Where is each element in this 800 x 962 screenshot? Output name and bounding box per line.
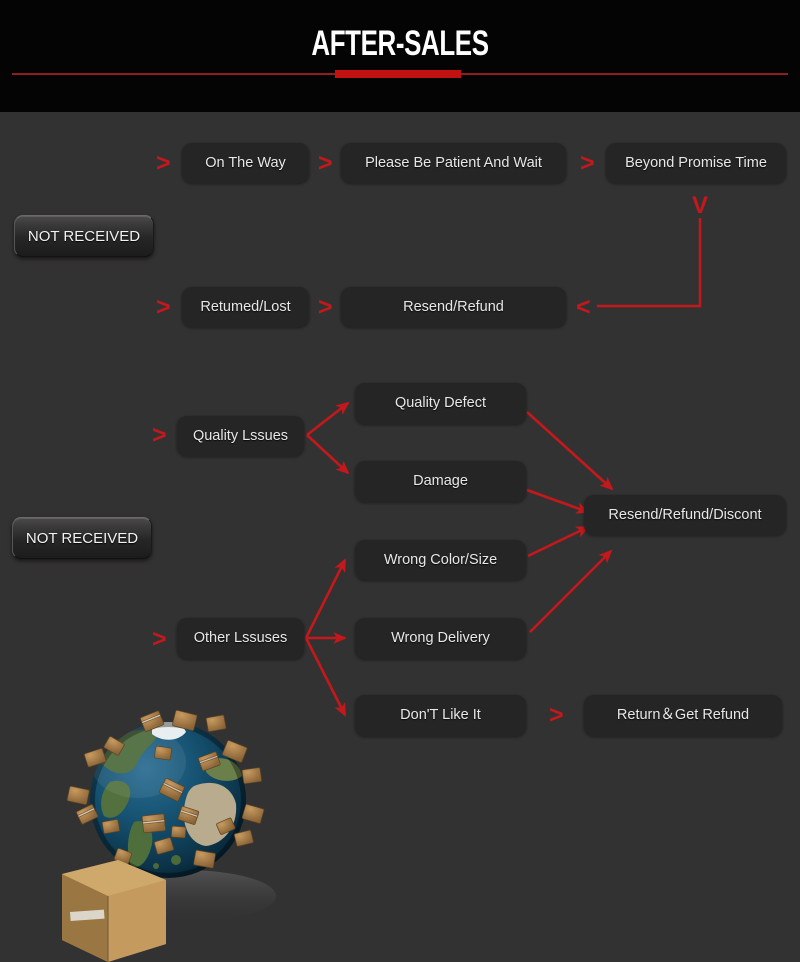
- arrow-quality-branch: [306, 401, 350, 475]
- arrow-defect-to-resend-discount: [526, 411, 614, 491]
- arrow-wrong-delivery-to-resend-discount: [529, 549, 613, 633]
- node-dont-like-it[interactable]: Don'T Like It: [355, 695, 526, 736]
- category-not-received-bottom[interactable]: NOT RECEIVED: [12, 517, 152, 559]
- page-title: AFTER-SALES: [311, 24, 489, 63]
- node-beyond-promise-time[interactable]: Beyond Promise Time: [606, 143, 786, 183]
- node-returned-lost[interactable]: Retumed/Lost: [182, 287, 309, 327]
- header-accent-bar: [335, 70, 461, 78]
- arrow-damage-to-resend-discount: [526, 488, 590, 514]
- arrow-wrong-color-to-resend-discount: [527, 525, 590, 558]
- arrow-beyond-to-resend: [597, 218, 702, 308]
- node-damage[interactable]: Damage: [355, 461, 526, 502]
- node-wrong-color-size[interactable]: Wrong Color/Size: [355, 540, 526, 580]
- node-resend-refund[interactable]: Resend/Refund: [341, 287, 566, 327]
- chevron-down-v-icon: V: [692, 192, 709, 219]
- after-sales-infographic: AFTER-SALES NOT RECEIVED > On The Way > …: [0, 0, 800, 962]
- chevron-to-on-the-way-icon: >: [156, 149, 171, 177]
- arrow-other-branch: [304, 558, 347, 717]
- chevron-to-other-issues-icon: >: [152, 625, 167, 653]
- node-quality-issues[interactable]: Quality Lssues: [177, 416, 304, 456]
- node-resend-refund-discount[interactable]: Resend/Refund/Discont: [584, 495, 786, 535]
- node-other-issues[interactable]: Other Lssuses: [177, 618, 304, 659]
- foreground-parcel: [62, 860, 166, 962]
- chevron-to-return-get-refund-icon: >: [549, 701, 564, 729]
- chevron-back-left-icon: <: [576, 293, 591, 321]
- node-please-be-patient-and-wait[interactable]: Please Be Patient And Wait: [341, 143, 566, 183]
- node-return-and-get-refund[interactable]: Return＆Get Refund: [584, 695, 782, 736]
- chevron-to-beyond-promise-icon: >: [580, 149, 595, 177]
- node-on-the-way[interactable]: On The Way: [182, 143, 309, 183]
- node-quality-defect[interactable]: Quality Defect: [355, 383, 526, 424]
- chevron-to-returned-lost-icon: >: [156, 293, 171, 321]
- chevron-to-please-wait-icon: >: [318, 149, 333, 177]
- chevron-to-quality-issues-icon: >: [152, 421, 167, 449]
- category-not-received-top[interactable]: NOT RECEIVED: [14, 215, 154, 257]
- chevron-to-resend-refund-icon: >: [318, 293, 333, 321]
- header-banner: AFTER-SALES: [0, 0, 800, 112]
- node-wrong-delivery[interactable]: Wrong Delivery: [355, 618, 526, 659]
- globe-with-parcels-illustration: [56, 700, 288, 962]
